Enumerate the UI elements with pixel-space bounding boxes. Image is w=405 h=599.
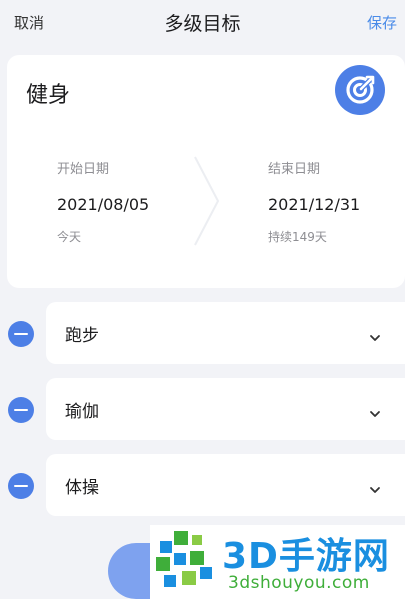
subgoal-label: 体操 [65,478,99,498]
subgoal-label: 瑜伽 [65,402,99,422]
watermark-logo-icon [152,527,218,597]
subgoal-row: 瑜伽 [0,378,405,440]
end-date-picker[interactable]: 结束日期 2021/12/31 持续149天 [268,158,360,245]
goal-card: 健身 开始日期 2021/08/05 今天 结束日期 2021/12/31 持续… [7,55,405,288]
start-date-picker[interactable]: 开始日期 2021/08/05 今天 [57,158,149,245]
subgoal-row: 跑步 [0,302,405,364]
subgoal-item[interactable]: 跑步 [46,302,405,364]
subgoal-label: 跑步 [65,326,99,346]
page-title: 多级目标 [164,13,241,35]
remove-icon[interactable] [8,321,34,347]
end-date-note: 持续149天 [268,230,327,244]
watermark: 3D手游网 3dshouyou.com [150,525,405,599]
start-date-label: 开始日期 [57,162,110,177]
remove-icon[interactable] [8,473,34,499]
chevron-right-icon [192,155,222,251]
chevron-down-icon[interactable] [369,327,381,346]
save-button[interactable]: 保存 [367,12,397,33]
subgoal-item[interactable]: 瑜伽 [46,378,405,440]
chevron-down-icon[interactable] [369,403,381,422]
start-date-note: 今天 [57,230,82,244]
target-icon[interactable] [335,65,385,115]
remove-icon[interactable] [8,397,34,423]
goal-name[interactable]: 健身 [26,77,70,109]
end-date-label: 结束日期 [268,162,321,177]
watermark-brand: 3D手游网 [222,536,390,577]
watermark-url: 3dshouyou.com [228,573,370,593]
chevron-down-icon[interactable] [369,479,381,498]
start-date-value: 2021/08/05 [57,195,150,214]
subgoal-row: 体操 [0,454,405,516]
navigation-bar: 取消 多级目标 保存 [0,0,405,44]
subgoal-item[interactable]: 体操 [46,454,405,516]
end-date-value: 2021/12/31 [268,195,361,214]
